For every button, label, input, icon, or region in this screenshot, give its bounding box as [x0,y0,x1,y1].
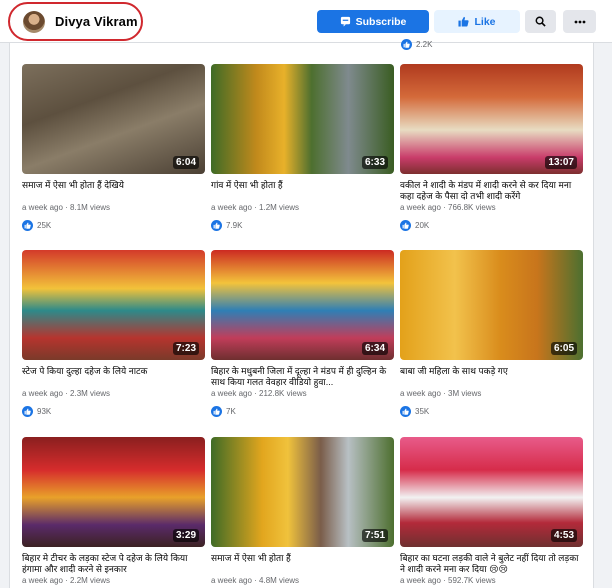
video-title[interactable]: बाबा जी महिला के साथ पकड़े गए [400,366,583,388]
subscribe-button[interactable]: Subscribe [317,10,429,33]
video-meta: a week ago · 1.2M views [211,203,300,212]
video-card[interactable]: 6:04 समाज में ऐसा भी होता हैं देखिये a w… [22,64,205,231]
video-thumbnail[interactable]: 7:51 [211,437,394,547]
video-title[interactable]: समाज में ऐसा भी होता हैं [211,553,394,575]
video-thumbnail[interactable]: 6:34 [211,250,394,360]
like-count-icon [400,406,411,417]
video-duration: 4:53 [550,529,577,542]
partial-card-likes: 2.2K [401,39,432,50]
video-meta: a week ago · 212.8K views [211,389,307,398]
videos-grid: 2.2K 6:04 समाज में ऐसा भी होता हैं देखिय… [9,39,594,588]
video-meta: a week ago · 766.8K views [400,203,496,212]
video-card[interactable]: 4:53 बिहार का घटना लड़की वाले ने बुलेट न… [400,437,583,585]
video-duration: 7:51 [361,529,388,542]
video-likes: 7.9K [211,220,394,231]
like-page-button[interactable]: Like [434,10,520,33]
video-duration: 7:23 [172,342,199,355]
video-likes: 7K [211,406,394,417]
search-icon [535,16,546,27]
profile-name[interactable]: Divya Vikram [55,14,138,29]
video-thumbnail[interactable]: 3:29 [22,437,205,547]
video-meta: a week ago · 592.7K views [400,576,496,585]
video-thumbnail[interactable]: 6:05 [400,250,583,360]
video-duration: 6:05 [550,342,577,355]
like-count-icon [211,406,222,417]
video-thumbnail[interactable]: 13:07 [400,64,583,174]
search-button[interactable] [525,10,556,33]
video-title[interactable]: बिहार मे टीचर के लड़का स्टेज पे दहेज के … [22,553,205,575]
video-card[interactable]: 7:23 स्टेज पे किया दुल्हा दहेज के लिये न… [22,250,205,417]
video-meta: a week ago · 2.3M views [22,389,111,398]
video-duration: 6:04 [172,156,199,169]
video-duration: 6:34 [361,342,388,355]
video-likes: 20K [400,220,583,231]
more-icon [574,20,586,24]
video-card[interactable]: 13:07 वकील ने शादी के मंडप में शादी करने… [400,64,583,231]
video-card[interactable]: 6:05 बाबा जी महिला के साथ पकड़े गए a wee… [400,250,583,417]
avatar[interactable] [23,10,45,33]
video-title[interactable]: स्टेज पे किया दुल्हा दहेज के लिये नाटक [22,366,205,388]
video-title[interactable]: बिहार के मधुबनी जिला में दूल्हा ने मंडप … [211,366,394,388]
video-thumbnail[interactable]: 4:53 [400,437,583,547]
video-title[interactable]: गांव में ऐसा भी होता हैं [211,180,394,202]
like-count-icon [401,39,412,50]
video-thumbnail[interactable]: 6:04 [22,64,205,174]
video-title[interactable]: बिहार का घटना लड़की वाले ने बुलेट नहीं द… [400,553,583,575]
video-meta: a week ago · 2.2M views [22,576,111,585]
subscribe-label: Subscribe [355,15,407,28]
more-options-button[interactable] [563,10,596,33]
video-duration: 3:29 [172,529,199,542]
like-count-icon [22,220,33,231]
video-title[interactable]: समाज में ऐसा भी होता हैं देखिये [22,180,205,202]
video-meta: a week ago · 4.8M views [211,576,300,585]
video-card[interactable]: 6:34 बिहार के मधुबनी जिला में दूल्हा ने … [211,250,394,417]
profile-chip[interactable]: Divya Vikram [8,2,143,41]
like-count-icon [22,406,33,417]
like-label: Like [474,15,496,28]
video-likes: 35K [400,406,583,417]
video-thumbnail[interactable]: 6:33 [211,64,394,174]
video-thumbnail[interactable]: 7:23 [22,250,205,360]
video-title[interactable]: वकील ने शादी के मंडप में शादी करने से कर… [400,180,583,202]
video-card[interactable]: 7:51 समाज में ऐसा भी होता हैं a week ago… [211,437,394,585]
video-duration: 6:33 [361,156,388,169]
thumbs-up-icon [458,16,470,27]
subscribe-icon [340,16,351,27]
page-header: Divya Vikram Subscribe Like [0,0,612,43]
video-meta: a week ago · 8.1M views [22,203,111,212]
video-card[interactable]: 6:33 गांव में ऐसा भी होता हैं a week ago… [211,64,394,231]
like-count-icon [211,220,222,231]
like-count-icon [400,220,411,231]
video-likes: 93K [22,406,205,417]
video-duration: 13:07 [545,156,577,169]
video-likes: 25K [22,220,205,231]
video-card[interactable]: 3:29 बिहार मे टीचर के लड़का स्टेज पे दहे… [22,437,205,585]
video-meta: a week ago · 3M views [400,389,482,398]
